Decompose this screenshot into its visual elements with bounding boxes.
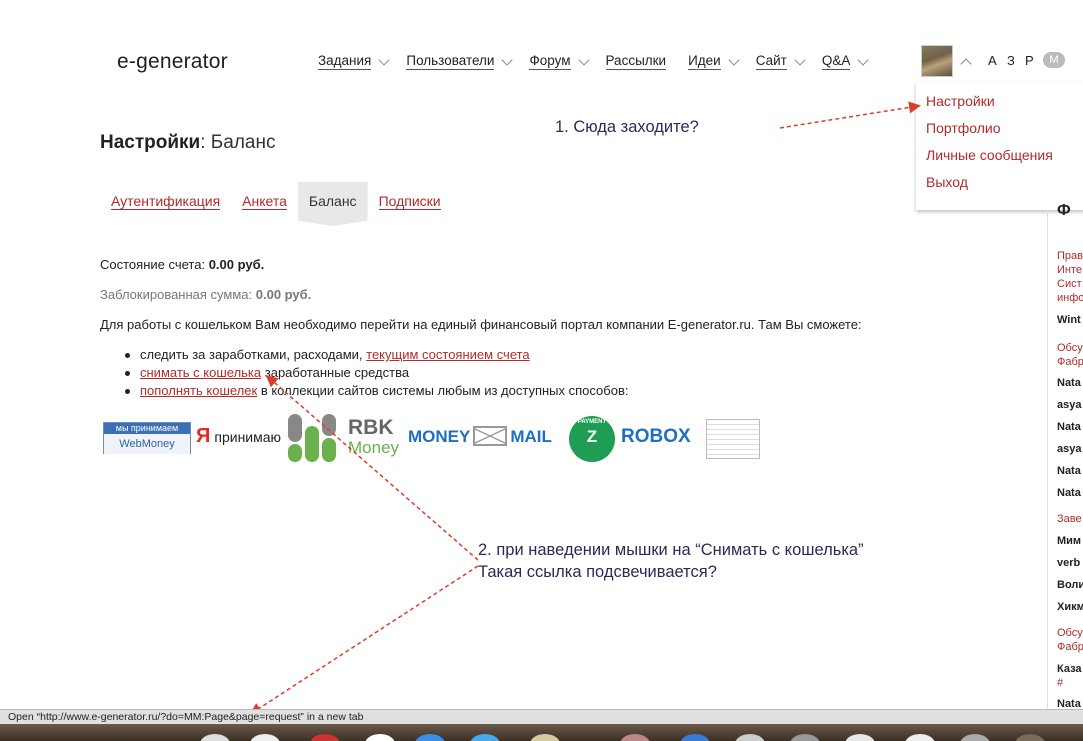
list-item: пополнять кошелек в коллекции сайтов сис… — [122, 382, 628, 400]
user-avatar[interactable] — [921, 45, 953, 77]
sidebar-link[interactable]: Фабр — [1057, 641, 1083, 653]
site-logo[interactable]: e-generator — [117, 50, 228, 74]
sidebar-link[interactable]: Заве — [1057, 513, 1082, 525]
sidebar-link[interactable]: Фабр — [1057, 356, 1083, 368]
page-title: Настройки: Баланс — [100, 132, 276, 153]
sidebar-user[interactable]: Nata — [1057, 421, 1081, 433]
sidebar-user[interactable]: Wint — [1057, 314, 1081, 326]
nav-label: Идеи — [688, 53, 721, 70]
sidebar-link[interactable]: # — [1057, 677, 1063, 689]
browser-status-bar: Open “http://www.e-generator.ru/?do=MM:P… — [0, 709, 1083, 724]
tab-subscriptions[interactable]: Подписки — [368, 182, 452, 226]
chevron-down-icon[interactable] — [501, 53, 514, 66]
sidebar-link[interactable]: Сист — [1057, 278, 1082, 290]
chevron-down-icon[interactable] — [794, 53, 806, 66]
sidebar-link[interactable]: Инте — [1057, 264, 1082, 276]
chevron-down-icon[interactable] — [857, 53, 870, 66]
sidebar-user[interactable]: Nata — [1057, 487, 1081, 499]
sidebar-user[interactable]: Каза — [1057, 663, 1082, 675]
envelope-icon — [473, 426, 508, 446]
yandex-money-logo: Япринимаю — [196, 425, 282, 447]
menu-item-portfolio[interactable]: Портфолио — [926, 120, 1001, 136]
account-status-link[interactable]: текущим состоянием счета — [366, 347, 530, 362]
main-nav: Задания Пользователи Форум Рассылки Идеи… — [318, 53, 885, 70]
nav-label: Рассылки — [605, 53, 667, 70]
sidebar-user[interactable]: Мим — [1057, 535, 1081, 547]
nav-item-qa[interactable]: Q&A — [821, 53, 870, 70]
webmoney-logo: мы принимаем WebMoney — [103, 422, 191, 454]
user-menu-dropdown: Настройки Портфолио Личные сообщения Вых… — [916, 82, 1083, 210]
sidebar-user[interactable]: Воли — [1057, 579, 1083, 591]
chevron-down-icon[interactable] — [378, 53, 391, 66]
nav-label: Сайт — [755, 53, 787, 70]
nav-label: Задания — [318, 53, 372, 70]
nav-item-mailings[interactable]: Рассылки — [605, 53, 667, 70]
arrow-to-status-bar — [249, 565, 479, 715]
chevron-up-icon[interactable] — [960, 58, 972, 70]
page: e-generator Задания Пользователи Форум Р… — [0, 0, 1083, 741]
arrow-to-settings — [779, 101, 921, 129]
annotation-note-2: 2. при наведении мышки на “Снимать с кош… — [478, 541, 864, 559]
nav-label: Пользователи — [406, 53, 495, 70]
blocked-amount: Заблокированная сумма: 0.00 руб. — [100, 287, 312, 302]
sidebar-divider — [1047, 210, 1048, 720]
menu-item-messages[interactable]: Личные сообщения — [926, 147, 1053, 163]
chevron-down-icon[interactable] — [577, 53, 590, 66]
sidebar-user[interactable]: verb — [1057, 557, 1080, 569]
list-item: снимать с кошелька заработанные средства — [122, 364, 628, 382]
nav-item-users[interactable]: Пользователи — [406, 53, 514, 70]
tab-authentication[interactable]: Аутентификация — [100, 182, 231, 226]
sidebar-link[interactable]: Обсу — [1057, 627, 1083, 639]
lang-z[interactable]: З — [1007, 53, 1015, 68]
invoice-icon — [706, 419, 760, 459]
sidebar-link[interactable]: Прав — [1057, 250, 1083, 262]
wallet-intro: Для работы с кошельком Вам необходимо пе… — [100, 317, 862, 332]
robox-logo: ROBOX — [621, 426, 691, 447]
lang-r[interactable]: Р — [1025, 53, 1034, 68]
annotation-note-2b: Такая ссылка подсвечивается? — [478, 563, 717, 581]
sidebar-heading: Ф — [1057, 202, 1071, 219]
account-balance: Состояние счета: 0.00 руб. — [100, 257, 265, 272]
tab-profile[interactable]: Анкета — [231, 182, 298, 226]
sidebar-user[interactable]: asya — [1057, 443, 1081, 455]
moneymail-logo: MONEY MAIL — [408, 426, 552, 446]
sidebar-user[interactable]: Nata — [1057, 377, 1081, 389]
sidebar-user[interactable]: Nata — [1057, 465, 1081, 477]
z-payment-logo: PAYMENT Z — [569, 416, 615, 462]
wallet-features-list: следить за заработками, расходами, текущ… — [122, 346, 628, 400]
nav-item-ideas[interactable]: Идеи — [688, 53, 740, 70]
rbk-money-logo: RBK Money — [348, 416, 400, 457]
sidebar-user[interactable]: Хикм — [1057, 601, 1083, 613]
menu-item-logout[interactable]: Выход — [926, 174, 968, 190]
menu-item-settings[interactable]: Настройки — [926, 93, 995, 109]
lang-a[interactable]: А — [988, 53, 997, 68]
withdraw-link[interactable]: снимать с кошелька — [140, 365, 261, 380]
nav-label: Форум — [529, 53, 571, 70]
nav-item-site[interactable]: Сайт — [755, 53, 806, 70]
rbk-money-icon — [288, 414, 336, 462]
nav-item-tasks[interactable]: Задания — [318, 53, 391, 70]
tab-balance[interactable]: Баланс — [297, 182, 368, 226]
annotation-note-1: 1. Сюда заходите? — [555, 118, 699, 136]
settings-tabs: Аутентификация Анкета Баланс Подписки — [100, 182, 452, 226]
top-up-link[interactable]: пополнять кошелек — [140, 383, 257, 398]
sidebar-user[interactable]: asya — [1057, 399, 1081, 411]
nav-item-forum[interactable]: Форум — [529, 53, 590, 70]
list-item: следить за заработками, расходами, текущ… — [122, 346, 628, 364]
sidebar-link[interactable]: Обсу — [1057, 342, 1083, 354]
lang-badge[interactable]: M — [1043, 52, 1065, 68]
nav-label: Q&A — [821, 53, 851, 70]
sidebar-link[interactable]: инфо — [1057, 292, 1083, 304]
chevron-down-icon[interactable] — [728, 53, 740, 66]
